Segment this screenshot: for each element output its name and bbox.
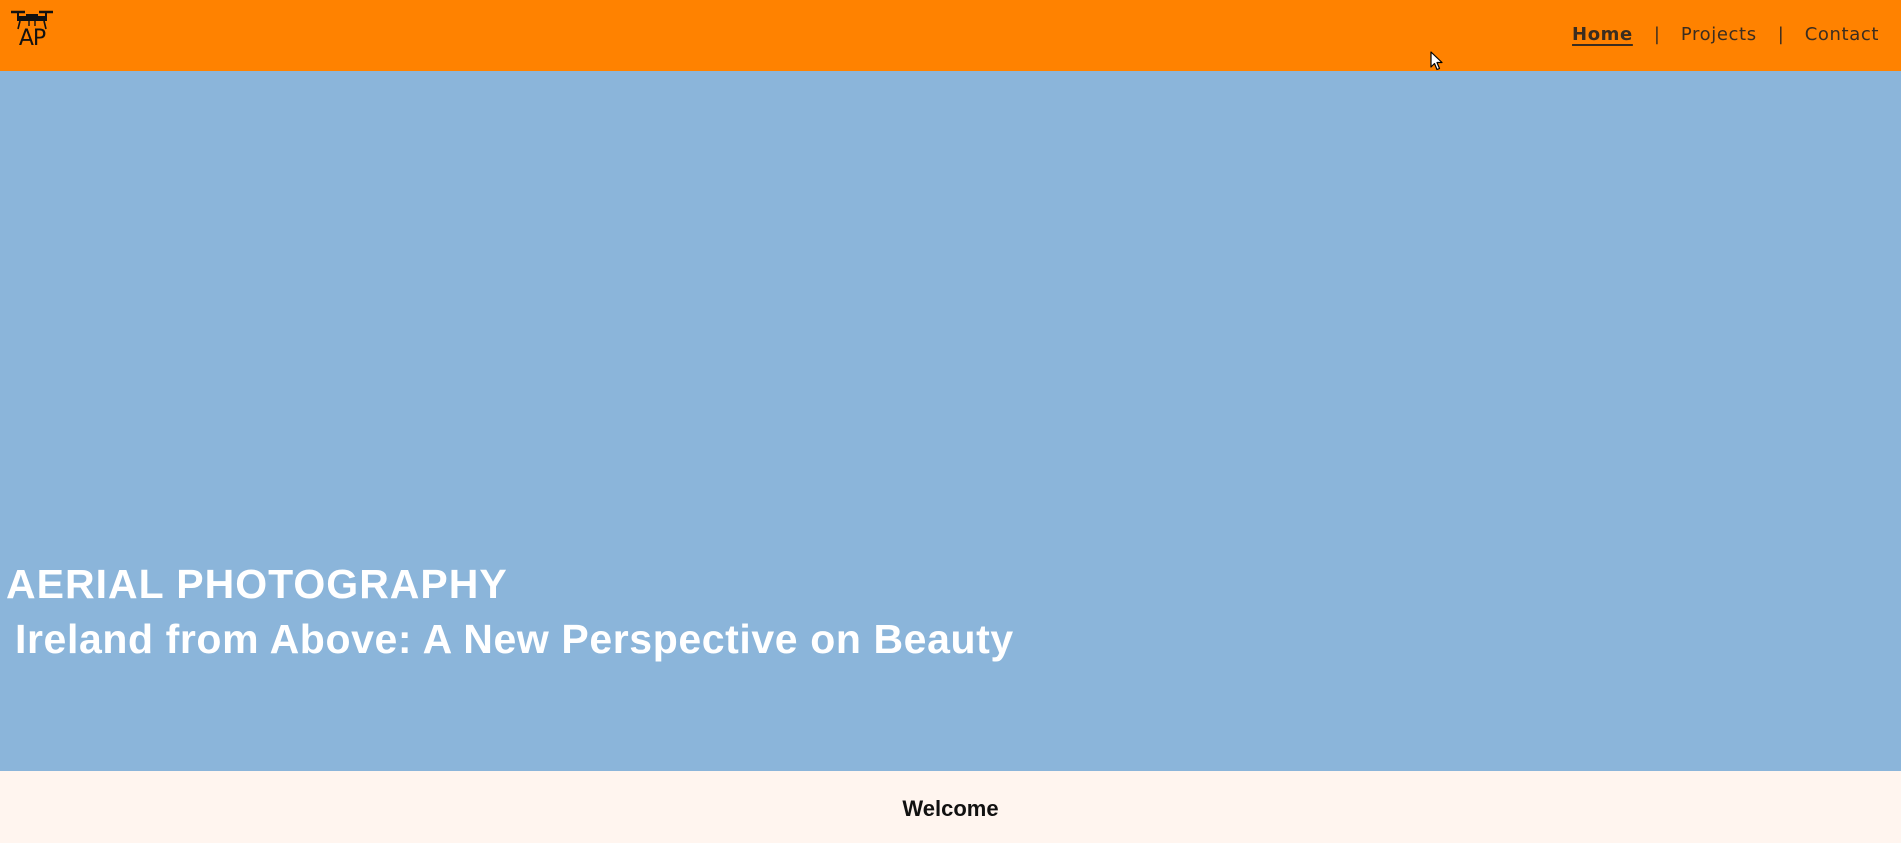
welcome-section: Welcome	[0, 771, 1901, 843]
nav-link-projects[interactable]: Projects	[1681, 24, 1757, 45]
nav-link-home[interactable]: Home	[1572, 24, 1633, 45]
site-logo[interactable]: AP	[8, 9, 56, 59]
nav-separator: |	[1653, 23, 1660, 45]
page: AP Home | Projects | Contact AERIAL PHOT…	[0, 0, 1901, 843]
site-header: AP Home | Projects | Contact	[0, 0, 1901, 71]
hero-title: AERIAL PHOTOGRAPHY	[6, 561, 508, 607]
logo-text: AP	[18, 25, 46, 51]
nav-link-contact[interactable]: Contact	[1805, 24, 1879, 45]
welcome-heading: Welcome	[902, 796, 999, 821]
mouse-cursor-icon	[1430, 51, 1443, 71]
main-nav: Home | Projects | Contact	[1572, 24, 1879, 45]
nav-separator: |	[1777, 23, 1784, 45]
hero-subtitle: Ireland from Above: A New Perspective on…	[15, 616, 1014, 662]
hero-banner: AERIAL PHOTOGRAPHY Ireland from Above: A…	[0, 71, 1901, 771]
